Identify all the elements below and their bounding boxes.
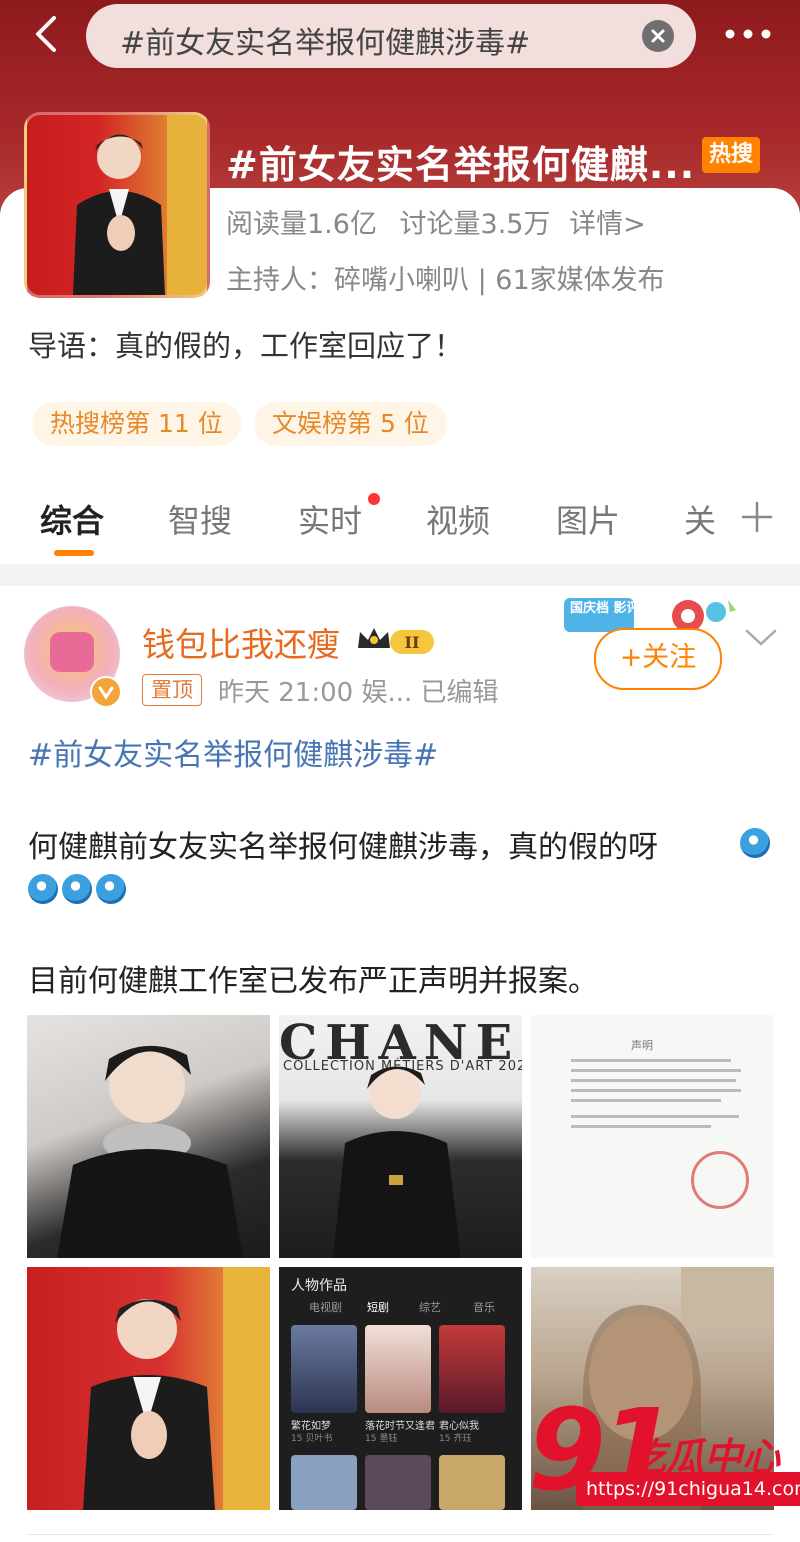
works-tab: 音乐 xyxy=(473,1301,495,1314)
topic-stats: 阅读量1.6亿 讨论量3.5万 详情> xyxy=(226,202,646,241)
person-illustration xyxy=(73,115,207,295)
watermark-url: https://91chigua14.com xyxy=(576,1472,800,1506)
works-poster xyxy=(291,1455,357,1510)
post-username[interactable]: 钱包比我还瘦 xyxy=(142,618,340,666)
topic-avatar xyxy=(24,112,210,298)
follow-button[interactable]: +关注 xyxy=(594,628,722,690)
topic-lead: 导语：真的假的，工作室回应了！ xyxy=(28,329,464,363)
details-link[interactable]: 详情> xyxy=(569,209,646,240)
works-item-title: 君心似我 xyxy=(439,1421,479,1432)
emoji-icon xyxy=(740,828,770,858)
post-image-5[interactable]: 人物作品 电视剧 短剧 综艺 音乐 繁花如梦 落花时节又逢君 君心似我 15 贝… xyxy=(279,1267,522,1510)
post-image-1[interactable] xyxy=(27,1015,270,1258)
post-text-line-2: 目前何健麒工作室已发布严正声明并报案。 xyxy=(28,964,598,999)
tab-general[interactable]: 综合 xyxy=(40,496,104,542)
post-image-3[interactable]: 声明 xyxy=(531,1015,774,1258)
works-tab: 电视剧 xyxy=(309,1301,342,1314)
search-bar[interactable]: #前女友实名举报何健麒涉毒# xyxy=(86,4,696,68)
works-poster xyxy=(365,1325,431,1413)
text-line xyxy=(571,1099,721,1102)
post-image-4[interactable] xyxy=(27,1267,270,1510)
discuss-count: 讨论量3.5万 xyxy=(399,209,551,240)
promo-text: 国庆档 影评 xyxy=(570,600,640,616)
tab-smart[interactable]: 智搜 xyxy=(168,496,232,542)
post-meta: 昨天 21:00 娱... 已编辑 xyxy=(218,678,499,708)
person-photo xyxy=(57,1045,243,1258)
person-photo xyxy=(83,1267,270,1510)
host-info[interactable]: 主持人：碎嘴小喇叭 | 61家媒体发布 xyxy=(226,258,665,297)
rank-tag-hot[interactable]: 热搜榜第 11 位 xyxy=(32,402,241,446)
works-item-title: 落花时节又逢君 xyxy=(365,1421,435,1432)
tab-realtime[interactable]: 实时 xyxy=(298,496,362,542)
works-poster xyxy=(439,1455,505,1510)
emoji-icon xyxy=(96,874,126,904)
rank-tag-ent[interactable]: 文娱榜第 5 位 xyxy=(254,402,447,446)
works-poster xyxy=(291,1325,357,1413)
vip-badge: II xyxy=(354,624,438,658)
works-item-sub: 15 齐珏 xyxy=(439,1434,472,1444)
works-tab: 短剧 xyxy=(367,1301,389,1314)
post-text-line-1: 何健麒前女友实名举报何健麒涉毒，真的假的呀 xyxy=(28,830,658,865)
statement-title: 声明 xyxy=(631,1039,653,1052)
works-item-sub: 15 贝叶书 xyxy=(291,1434,333,1444)
verified-icon xyxy=(90,676,122,708)
works-item-sub: 15 墨钰 xyxy=(365,1434,398,1444)
vip-level: II xyxy=(405,633,420,652)
add-tab-icon[interactable] xyxy=(740,500,774,534)
active-tab-indicator xyxy=(54,550,94,556)
hot-search-badge: 热搜 xyxy=(702,137,760,173)
post-image-2[interactable]: CHANEL COLLECTION MÉTIERS D'ART 2021/ xyxy=(279,1015,522,1258)
tab-images[interactable]: 图片 xyxy=(556,496,620,542)
tab-bar: 综合 智搜 实时 视频 图片 关 xyxy=(0,492,800,562)
works-item-title: 繁花如梦 xyxy=(291,1421,331,1432)
text-line xyxy=(571,1089,741,1092)
person-photo xyxy=(333,1066,461,1258)
search-query[interactable]: #前女友实名举报何健麒涉毒# xyxy=(120,18,530,62)
emoji-icon xyxy=(62,874,92,904)
more-options-icon[interactable] xyxy=(722,20,774,48)
works-title: 人物作品 xyxy=(291,1278,347,1294)
avatar-character xyxy=(50,632,94,672)
works-poster xyxy=(365,1455,431,1510)
works-poster xyxy=(439,1325,505,1413)
text-line xyxy=(571,1125,711,1128)
emoji-icon xyxy=(28,874,58,904)
clear-icon[interactable] xyxy=(642,20,674,52)
new-content-dot xyxy=(368,493,380,505)
post-hashtag[interactable]: #前女友实名举报何健麒涉毒# xyxy=(28,730,438,774)
chevron-down-icon[interactable] xyxy=(744,628,778,648)
red-seal-stamp xyxy=(691,1151,749,1209)
text-line xyxy=(571,1059,731,1062)
pinned-badge: 置顶 xyxy=(142,674,202,706)
text-line xyxy=(571,1079,736,1082)
back-arrow-icon[interactable] xyxy=(26,12,70,56)
text-line xyxy=(571,1069,741,1072)
text-line xyxy=(571,1115,739,1118)
section-divider xyxy=(0,564,800,586)
bottom-divider xyxy=(27,1534,773,1535)
read-count: 阅读量1.6亿 xyxy=(226,209,377,240)
topic-title: #前女友实名举报何健麒... xyxy=(226,143,696,187)
works-tab: 综艺 xyxy=(419,1301,441,1314)
tab-related[interactable]: 关 xyxy=(684,496,716,542)
tab-video[interactable]: 视频 xyxy=(426,496,490,542)
